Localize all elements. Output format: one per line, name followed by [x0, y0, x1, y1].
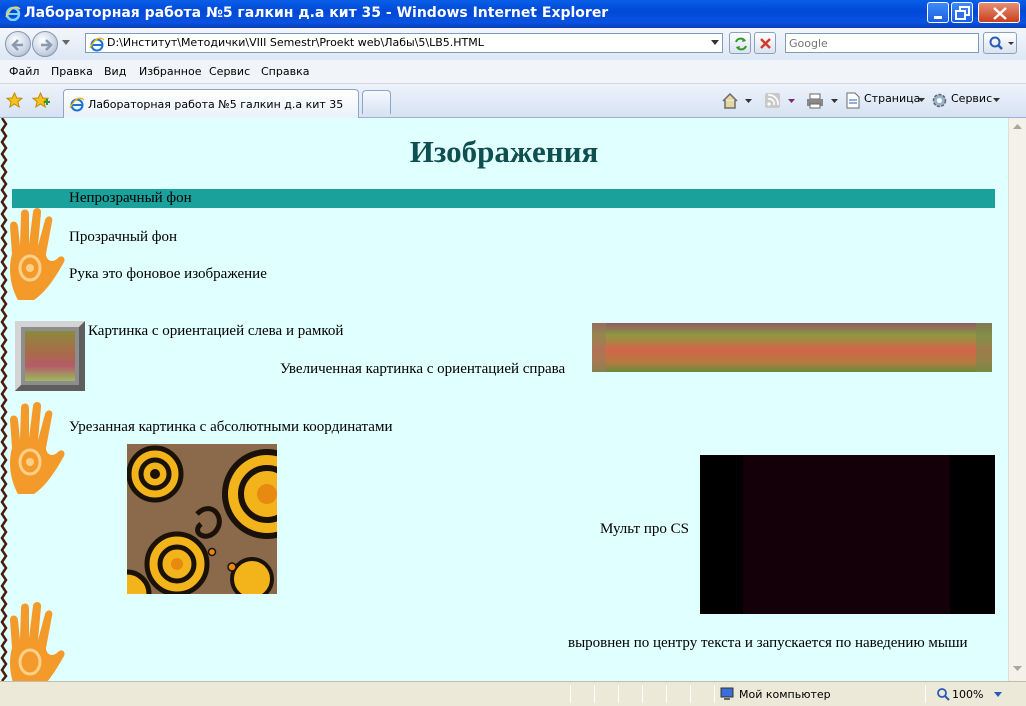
history-dropdown-icon[interactable] [62, 40, 70, 46]
rss-feed-icon[interactable] [764, 92, 798, 110]
page-dropdown-icon[interactable] [918, 98, 926, 104]
menu-bar: Файл Правка Вид Избранное Сервис Справка [0, 60, 1026, 84]
clipped-image-caption: Урезанная картинка с абсолютными координ… [69, 419, 393, 435]
add-favorites-icon[interactable] [32, 92, 50, 109]
title-bar: Лабораторная работа №5 галкин д.а кит 35… [0, 0, 1026, 28]
ie-page-icon [89, 37, 105, 52]
status-divider [714, 685, 715, 703]
address-dropdown-icon[interactable] [711, 40, 719, 46]
tab-active[interactable]: Лабораторная работа №5 галкин д.а кит 35 [63, 89, 359, 118]
zoom-dropdown-icon[interactable] [994, 692, 1002, 698]
transparent-bg-text: Прозрачный фон [69, 229, 177, 245]
page-icon [846, 92, 860, 109]
ie-logo-icon [5, 6, 21, 21]
right-image-caption: Увеличенная картинка с ориентацией справ… [280, 361, 566, 377]
menu-file[interactable]: Файл [9, 65, 39, 78]
print-icon[interactable] [806, 92, 842, 110]
address-field[interactable]: D:\Институт\Методички\VIII Semestr\Proek… [85, 33, 723, 53]
search-icon [989, 36, 1014, 50]
opaque-bg-text: Непрозрачный фон [69, 190, 192, 206]
right-enlarged-image [592, 323, 992, 372]
close-icon [993, 7, 1007, 20]
menu-favorites[interactable]: Избранное [139, 65, 201, 78]
minimize-icon [934, 16, 942, 19]
tab-bar: Лабораторная работа №5 галкин д.а кит 35… [0, 84, 1026, 118]
computer-icon [720, 687, 734, 700]
clipped-swirl-image [127, 444, 277, 594]
page-content: Изображения Непрозрачный фон Прозрачный … [0, 118, 1008, 681]
status-bar: Мой компьютер 100% [0, 681, 1026, 706]
search-input[interactable] [786, 34, 976, 52]
page-heading: Изображения [409, 134, 599, 169]
hand-bg-text: Рука это фоновое изображение [69, 266, 267, 282]
window-title: Лабораторная работа №5 галкин д.а кит 35… [24, 5, 609, 21]
scroll-up-icon[interactable] [1013, 124, 1022, 130]
page-menu-button[interactable]: Страница [864, 92, 920, 105]
tools-dropdown-icon[interactable] [993, 98, 1001, 104]
video-note: выровнен по центру текста и запускается … [568, 635, 968, 651]
zoom-icon[interactable] [936, 687, 950, 701]
url-text: D:\Институт\Методички\VIII Semestr\Proek… [107, 36, 484, 49]
search-box[interactable] [785, 33, 979, 53]
status-divider [642, 685, 643, 703]
home-icon[interactable] [721, 92, 755, 110]
back-button[interactable] [5, 31, 31, 57]
minimize-button[interactable] [927, 2, 949, 23]
scroll-down-icon[interactable] [1013, 666, 1022, 672]
maximize-button[interactable] [951, 2, 973, 23]
stop-button[interactable] [754, 32, 776, 54]
hand-background-icon [10, 602, 65, 681]
address-toolbar: D:\Институт\Методички\VIII Semestr\Proek… [0, 28, 1026, 60]
zoom-level[interactable]: 100% [952, 688, 983, 701]
video-label: Мульт про CS [600, 521, 689, 537]
gear-icon [932, 93, 947, 108]
left-framed-image [15, 321, 85, 391]
new-tab-button[interactable] [362, 90, 391, 114]
status-divider [690, 685, 691, 703]
security-zone: Мой компьютер [739, 688, 831, 701]
stop-icon [760, 38, 771, 49]
back-arrow-icon [11, 39, 23, 51]
status-divider [666, 685, 667, 703]
status-divider [594, 685, 595, 703]
close-button[interactable] [978, 2, 1020, 23]
left-image-caption: Картинка с ориентацией слева и рамкой [88, 323, 344, 339]
hand-background-icon [10, 401, 65, 494]
tab-title: Лабораторная работа №5 галкин д.а кит 35 [88, 98, 344, 111]
forward-arrow-icon [41, 39, 53, 51]
status-divider [925, 685, 926, 703]
tools-menu-button[interactable]: Сервис [951, 92, 992, 105]
restore-icon [955, 6, 970, 20]
menu-help[interactable]: Справка [261, 65, 309, 78]
search-button[interactable] [983, 32, 1017, 54]
menu-view[interactable]: Вид [104, 65, 126, 78]
forward-button[interactable] [32, 31, 58, 57]
refresh-button[interactable] [729, 32, 751, 54]
ie-page-icon [69, 97, 85, 112]
vertical-scrollbar[interactable] [1008, 118, 1026, 681]
status-divider [618, 685, 619, 703]
menu-edit[interactable]: Правка [51, 65, 93, 78]
hand-background-icon [10, 207, 65, 300]
refresh-icon [735, 37, 747, 51]
status-divider [570, 685, 571, 703]
video-frame [743, 455, 950, 614]
menu-tools[interactable]: Сервис [209, 65, 250, 78]
favorites-star-icon[interactable] [6, 92, 23, 109]
video-player[interactable] [700, 455, 995, 614]
